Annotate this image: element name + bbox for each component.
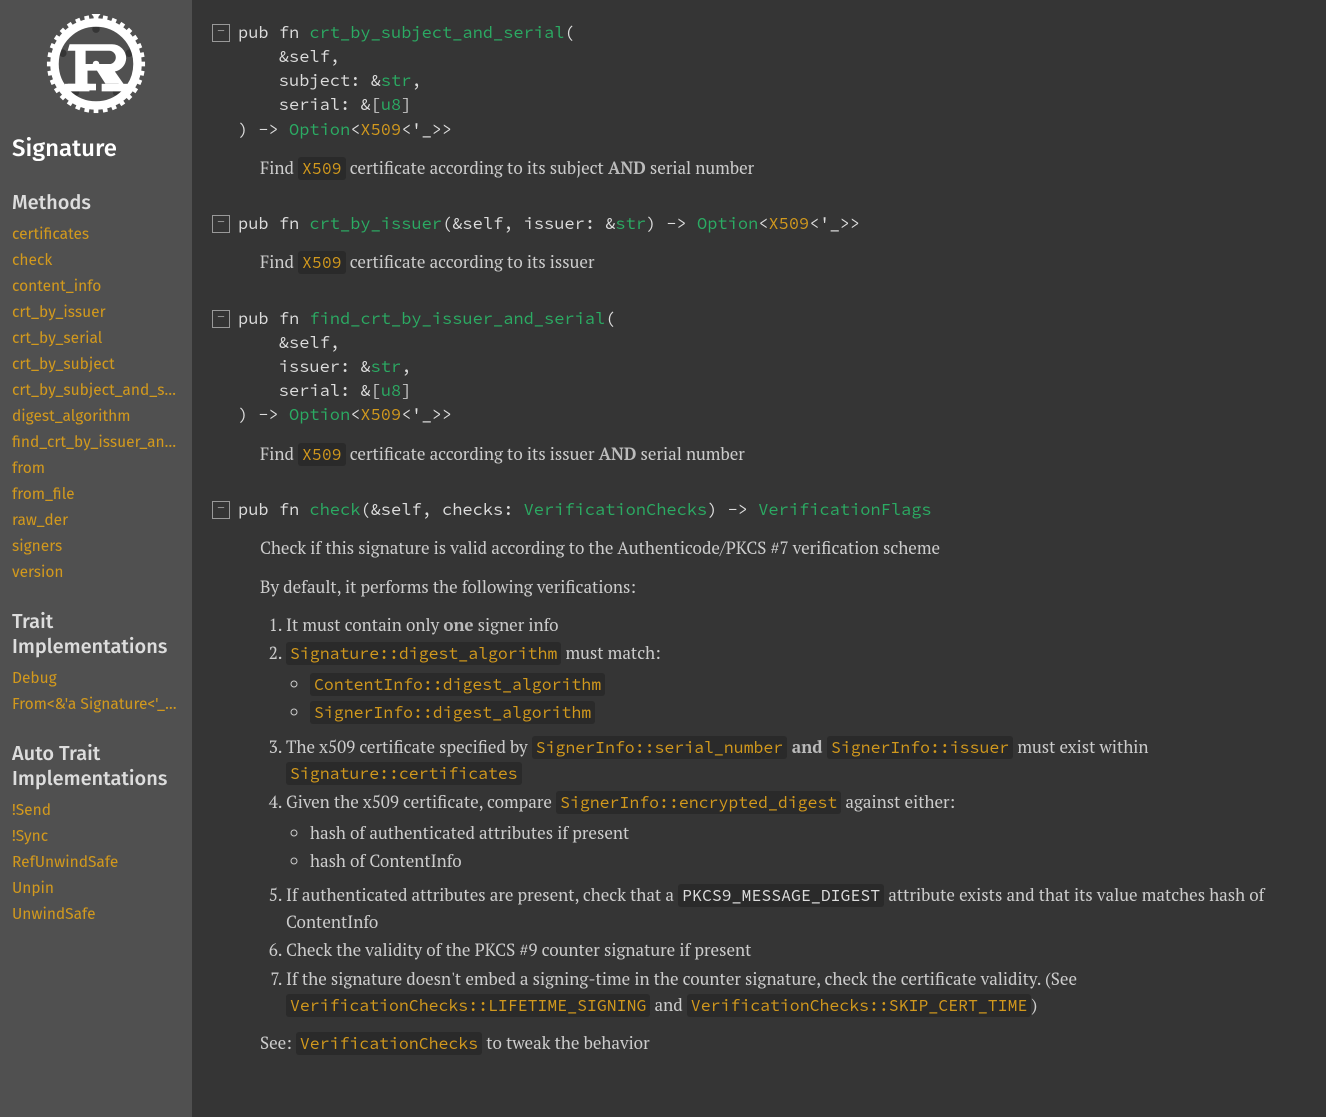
sidebar-link[interactable]: Debug xyxy=(12,670,180,688)
page-title: Signature xyxy=(12,135,180,163)
method-find_crt_by_issuer_and_serial: − pub fn find_crt_by_issuer_and_serial( … xyxy=(212,306,1326,467)
code-link[interactable]: SignerInfo::issuer xyxy=(827,736,1013,759)
type-u8[interactable]: u8 xyxy=(381,379,401,401)
main-content: − pub fn crt_by_subject_and_serial( &sel… xyxy=(192,0,1326,1117)
verification-steps: It must contain only one signer info Sig… xyxy=(260,612,1326,1019)
code-link[interactable]: SignerInfo::encrypted_digest xyxy=(556,791,841,814)
sidebar-link[interactable]: digest_algorithm xyxy=(12,408,180,426)
list-item: hash of ContentInfo xyxy=(310,848,1326,874)
code-link[interactable]: SignerInfo::digest_algorithm xyxy=(310,701,595,724)
code-link[interactable]: SignerInfo::serial_number xyxy=(532,736,788,759)
sidebar-link[interactable]: from_file xyxy=(12,486,180,504)
sidebar-link[interactable]: check xyxy=(12,252,180,270)
fn-name[interactable]: crt_by_subject_and_serial xyxy=(309,21,564,43)
type-verificationflags[interactable]: VerificationFlags xyxy=(758,498,931,520)
type-x509[interactable]: X509 xyxy=(360,118,401,140)
sidebar-link[interactable]: crt_by_issuer xyxy=(12,304,180,322)
sidebar-link[interactable]: crt_by_serial xyxy=(12,330,180,348)
sidebar-trait-impl-list: Debug From<&'a Signature<'_>> xyxy=(12,670,180,714)
fn-name[interactable]: find_crt_by_issuer_and_serial xyxy=(309,307,605,329)
sidebar-auto-trait-impl-list: !Send !Sync RefUnwindSafe Unpin UnwindSa… xyxy=(12,802,180,924)
fn-signature: pub fn crt_by_issuer(&self, issuer: &str… xyxy=(238,211,860,235)
method-check: − pub fn check(&self, checks: Verificati… xyxy=(212,497,1326,1057)
code-x509[interactable]: X509 xyxy=(298,443,346,466)
code-link[interactable]: VerificationChecks xyxy=(296,1032,482,1055)
sidebar-link[interactable]: signers xyxy=(12,538,180,556)
code-link[interactable]: VerificationChecks::SKIP_CERT_TIME xyxy=(687,994,1032,1017)
method-crt_by_issuer: − pub fn crt_by_issuer(&self, issuer: &s… xyxy=(212,211,1326,276)
fn-name[interactable]: check xyxy=(309,498,360,520)
list-item: Given the x509 certificate, compare Sign… xyxy=(286,789,1326,874)
type-x509[interactable]: X509 xyxy=(360,403,401,425)
sidebar-link[interactable]: crt_by_subject xyxy=(12,356,180,374)
code-link[interactable]: Signature::digest_algorithm xyxy=(286,642,561,665)
sidebar-link[interactable]: Unpin xyxy=(12,880,180,898)
sidebar-link[interactable]: version xyxy=(12,564,180,582)
list-item: If authenticated attributes are present,… xyxy=(286,882,1326,935)
type-x509[interactable]: X509 xyxy=(768,212,809,234)
code-link[interactable]: Signature::certificates xyxy=(286,762,522,785)
sidebar-heading-trait-impl: Trait Implementations xyxy=(12,610,180,660)
type-option[interactable]: Option xyxy=(289,118,350,140)
doc-block: Find X509 certificate according to its s… xyxy=(260,155,1326,182)
type-str[interactable]: str xyxy=(615,212,646,234)
list-item: Signature::digest_algorithm must match: … xyxy=(286,640,1326,726)
list-item: Check the validity of the PKCS #9 counte… xyxy=(286,937,1326,963)
type-verificationchecks[interactable]: VerificationChecks xyxy=(524,498,708,520)
sidebar-link[interactable]: From<&'a Signature<'_>> xyxy=(12,696,180,714)
sidebar-link[interactable]: certificates xyxy=(12,226,180,244)
list-item: It must contain only one signer info xyxy=(286,612,1326,638)
doc-block: Find X509 certificate according to its i… xyxy=(260,441,1326,468)
sidebar-link[interactable]: !Sync xyxy=(12,828,180,846)
type-u8[interactable]: u8 xyxy=(381,93,401,115)
sidebar: Signature Methods certificates check con… xyxy=(0,0,192,1117)
sidebar-link[interactable]: !Send xyxy=(12,802,180,820)
sidebar-methods-list: certificates check content_info crt_by_i… xyxy=(12,226,180,582)
type-option[interactable]: Option xyxy=(289,403,350,425)
method-crt_by_subject_and_serial: − pub fn crt_by_subject_and_serial( &sel… xyxy=(212,20,1326,181)
type-option[interactable]: Option xyxy=(697,212,758,234)
list-item: SignerInfo::digest_algorithm xyxy=(310,699,1326,726)
list-item: The x509 certificate specified by Signer… xyxy=(286,734,1326,787)
collapse-toggle[interactable]: − xyxy=(212,24,230,42)
list-item: If the signature doesn't embed a signing… xyxy=(286,966,1326,1019)
collapse-toggle[interactable]: − xyxy=(212,310,230,328)
sidebar-link[interactable]: raw_der xyxy=(12,512,180,530)
rust-logo-icon xyxy=(46,14,146,114)
fn-signature: pub fn check(&self, checks: Verification… xyxy=(238,497,932,521)
sidebar-link[interactable]: RefUnwindSafe xyxy=(12,854,180,872)
fn-signature: pub fn find_crt_by_issuer_and_serial( &s… xyxy=(238,306,615,427)
code-inline: PKCS9_MESSAGE_DIGEST xyxy=(678,884,884,907)
code-link[interactable]: VerificationChecks::LIFETIME_SIGNING xyxy=(286,994,650,1017)
logo xyxy=(12,10,180,127)
code-x509[interactable]: X509 xyxy=(298,157,346,180)
fn-signature: pub fn crt_by_subject_and_serial( &self,… xyxy=(238,20,575,141)
sidebar-link[interactable]: UnwindSafe xyxy=(12,906,180,924)
code-x509[interactable]: X509 xyxy=(298,251,346,274)
collapse-toggle[interactable]: − xyxy=(212,501,230,519)
doc-block: Check if this signature is valid accordi… xyxy=(260,535,1326,1057)
list-item: hash of authenticated attributes if pres… xyxy=(310,820,1326,846)
sidebar-link[interactable]: content_info xyxy=(12,278,180,296)
sidebar-heading-auto-trait-impl: Auto Trait Implementations xyxy=(12,742,180,792)
doc-block: Find X509 certificate according to its i… xyxy=(260,249,1326,276)
fn-name[interactable]: crt_by_issuer xyxy=(309,212,442,234)
code-link[interactable]: ContentInfo::digest_algorithm xyxy=(310,673,605,696)
sidebar-heading-methods: Methods xyxy=(12,191,180,216)
type-str[interactable]: str xyxy=(381,69,412,91)
type-str[interactable]: str xyxy=(371,355,402,377)
collapse-toggle[interactable]: − xyxy=(212,215,230,233)
sidebar-link[interactable]: from xyxy=(12,460,180,478)
sidebar-link[interactable]: crt_by_subject_and_serial xyxy=(12,382,180,400)
sidebar-link[interactable]: find_crt_by_issuer_and_serial xyxy=(12,434,180,452)
list-item: ContentInfo::digest_algorithm xyxy=(310,671,1326,698)
